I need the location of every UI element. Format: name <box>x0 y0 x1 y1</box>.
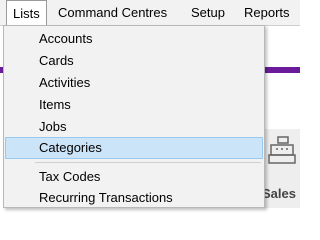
menu-item-accounts[interactable]: Accounts <box>5 28 263 50</box>
sales-label[interactable]: Sales <box>262 186 296 201</box>
menu-setup[interactable]: Setup <box>185 0 231 26</box>
menu-item-recurring-transactions[interactable]: Recurring Transactions <box>5 187 263 209</box>
menu-item-jobs[interactable]: Jobs <box>5 116 263 138</box>
lists-dropdown-menu: Accounts Cards Activities Items Jobs Cat… <box>3 25 265 208</box>
menu-item-activities[interactable]: Activities <box>5 72 263 94</box>
menu-separator <box>35 162 261 163</box>
cash-register-icon <box>268 136 296 164</box>
menu-item-items[interactable]: Items <box>5 94 263 116</box>
menu-command-centres[interactable]: Command Centres <box>52 0 173 26</box>
menu-item-tax-codes[interactable]: Tax Codes <box>5 166 263 188</box>
menu-bar: Lists Command Centres Setup Reports <box>0 0 300 27</box>
menu-item-categories[interactable]: Categories <box>5 137 263 159</box>
menu-lists[interactable]: Lists <box>6 0 47 27</box>
menu-reports[interactable]: Reports <box>238 0 296 26</box>
menu-item-cards[interactable]: Cards <box>5 50 263 72</box>
